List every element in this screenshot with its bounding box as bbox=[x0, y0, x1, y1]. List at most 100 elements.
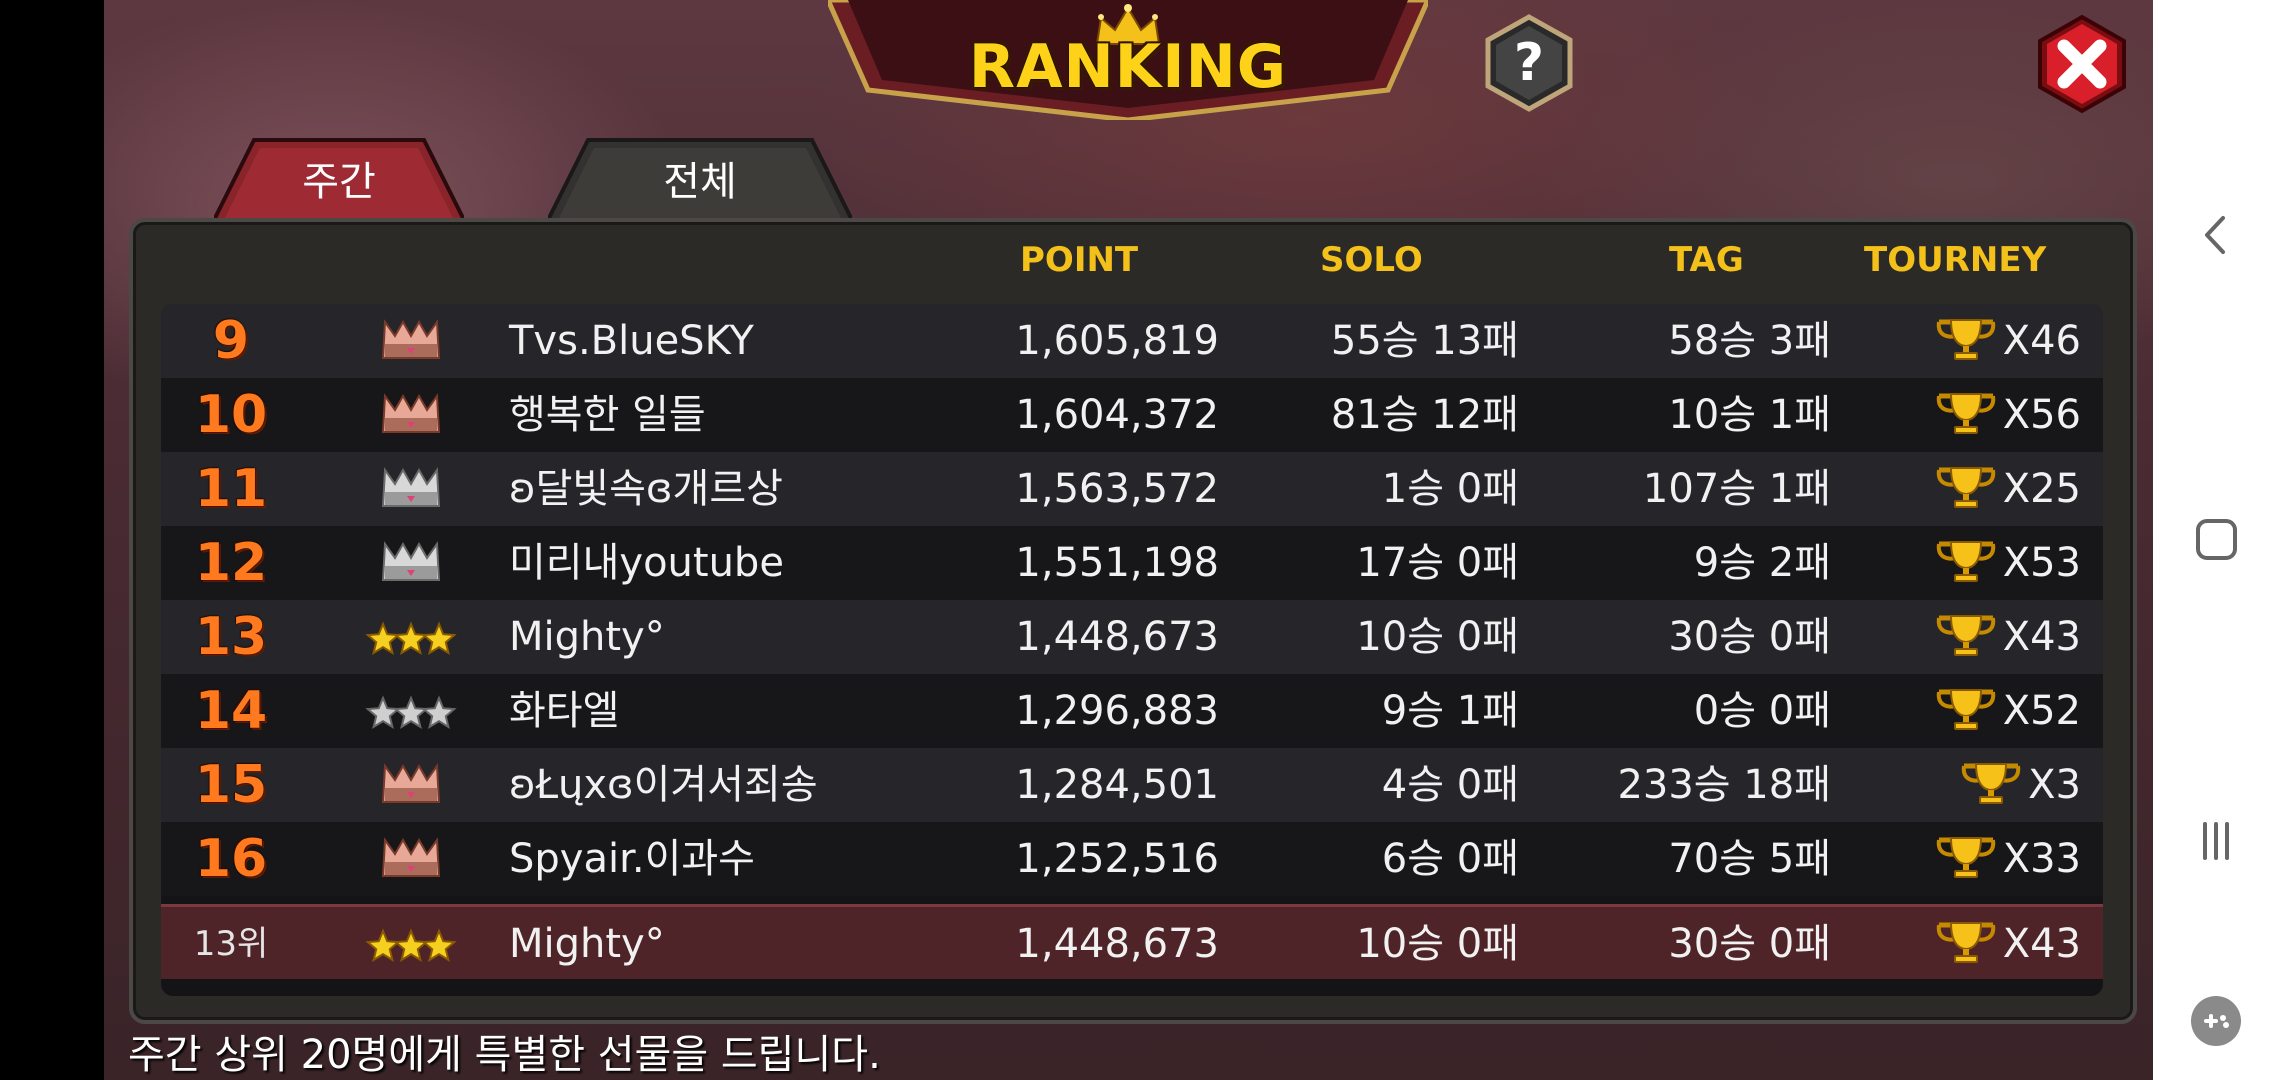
column-header-tag: TAG bbox=[1669, 240, 1744, 280]
solo-record: 10승 0패 bbox=[1356, 614, 1519, 660]
tag-record: 30승 0패 bbox=[1668, 614, 1831, 660]
point-value: 1,448,673 bbox=[1015, 921, 1219, 967]
tag-record: 30승 0패 bbox=[1668, 921, 1831, 967]
home-button[interactable] bbox=[2153, 515, 2280, 569]
trophy-icon bbox=[1962, 763, 2021, 804]
bronze-crown-icon bbox=[381, 393, 441, 433]
tier-badge bbox=[361, 526, 461, 600]
tab-weekly-label: 주간 bbox=[302, 159, 376, 205]
tab-all-label: 전체 bbox=[663, 159, 737, 205]
rank-number: 14 bbox=[194, 681, 268, 741]
tourney-count: X56 bbox=[1841, 378, 2081, 452]
trophy-icon bbox=[1936, 922, 1995, 963]
player-name: Spyair.이과수 bbox=[509, 836, 755, 882]
tourney-count-label: X3 bbox=[2028, 762, 2081, 808]
tier-badge bbox=[361, 748, 461, 822]
tourney-count: X3 bbox=[1841, 748, 2081, 822]
help-button[interactable]: ? bbox=[1480, 14, 1578, 112]
game-tools-button[interactable] bbox=[2153, 995, 2280, 1051]
trophy-icon bbox=[1936, 467, 1995, 508]
player-name: Mighty° bbox=[509, 614, 665, 660]
table-row[interactable]: 16 Spyair.이과수 1,252,516 6승 0패 70승 5패 X33 bbox=[161, 822, 2103, 896]
trophy-icon bbox=[1936, 689, 1995, 730]
tourney-count-label: X46 bbox=[2002, 318, 2081, 364]
home-icon bbox=[2196, 519, 2237, 560]
table-row[interactable]: 9 Tvs.BlueSKY 1,605,819 55승 13패 58승 3패 X46 bbox=[161, 304, 2103, 378]
rank-number: 10 bbox=[194, 385, 268, 445]
player-name: 미리내youtube bbox=[509, 540, 784, 586]
tier-badge bbox=[361, 452, 461, 526]
player-name: 화타엘 bbox=[509, 688, 620, 734]
table-row[interactable]: 15 ʚŁųxɞ이겨서죄송 1,284,501 4승 0패 233승 18패 X3 bbox=[161, 748, 2103, 822]
rank-number: 9 bbox=[212, 311, 250, 371]
rank-number: 13위 bbox=[193, 924, 269, 964]
tourney-count-label: X33 bbox=[2002, 836, 2081, 882]
tourney-count-label: X43 bbox=[2002, 614, 2081, 660]
tourney-count-label: X52 bbox=[2002, 688, 2081, 734]
tier-badge bbox=[361, 907, 461, 981]
solo-record: 1승 0패 bbox=[1381, 466, 1519, 512]
solo-record: 55승 13패 bbox=[1330, 318, 1519, 364]
tag-record: 9승 2패 bbox=[1693, 540, 1831, 586]
tier-badge bbox=[361, 304, 461, 378]
tag-record: 10승 1패 bbox=[1668, 392, 1831, 438]
column-header-tourney: TOURNEY bbox=[1864, 240, 2047, 280]
bronze-crown-icon bbox=[381, 763, 441, 803]
player-name: Mighty° bbox=[509, 921, 665, 967]
tag-record: 107승 1패 bbox=[1642, 466, 1831, 512]
trophy-icon bbox=[1936, 393, 1995, 434]
close-icon bbox=[2038, 14, 2126, 114]
table-row[interactable]: 11 ʚ달빛속ɞ개르상 1,563,572 1승 0패 107승 1패 X25 bbox=[161, 452, 2103, 526]
trophy-icon bbox=[1936, 541, 1995, 582]
player-name: ʚ달빛속ɞ개르상 bbox=[509, 466, 783, 512]
system-nav-bar bbox=[2153, 0, 2280, 1080]
point-value: 1,252,516 bbox=[1015, 836, 1219, 882]
my-rank-row[interactable]: 13위 Mighty° 1,448,673 10승 0패 30승 0패 X43 bbox=[161, 904, 2103, 979]
tourney-count: X33 bbox=[1841, 822, 2081, 896]
silver-stars-icon bbox=[365, 695, 457, 730]
ranking-panel: POINT SOLO TAG TOURNEY 9 Tvs.BlueSKY 1,605… bbox=[129, 218, 2137, 1024]
table-row[interactable]: 10 행복한 일들 1,604,372 81승 12패 10승 1패 X56 bbox=[161, 378, 2103, 452]
gamepad-icon bbox=[2191, 996, 2241, 1046]
game-screen: RANKING ? 주간 전체 POINT SOLO TAG TOURNEY 9… bbox=[104, 0, 2153, 1080]
tourney-count: X46 bbox=[1841, 304, 2081, 378]
tag-record: 70승 5패 bbox=[1668, 836, 1831, 882]
rank-number: 13 bbox=[194, 607, 268, 667]
column-header-solo: SOLO bbox=[1320, 240, 1423, 280]
rank-number: 11 bbox=[194, 459, 268, 519]
table-row[interactable]: 13 Mighty° 1,448,673 10승 0패 30승 0패 X43 bbox=[161, 600, 2103, 674]
back-button[interactable] bbox=[2153, 210, 2280, 264]
back-icon bbox=[2205, 216, 2225, 254]
point-value: 1,563,572 bbox=[1015, 466, 1219, 512]
point-value: 1,551,198 bbox=[1015, 540, 1219, 586]
solo-record: 10승 0패 bbox=[1356, 921, 1519, 967]
tier-badge bbox=[361, 822, 461, 896]
ranking-table[interactable]: 9 Tvs.BlueSKY 1,605,819 55승 13패 58승 3패 X46 10 행… bbox=[161, 304, 2103, 996]
title-banner: RANKING bbox=[825, 0, 1431, 123]
tourney-count-label: X43 bbox=[2002, 921, 2081, 967]
tourney-count: X53 bbox=[1841, 526, 2081, 600]
tourney-count: X25 bbox=[1841, 452, 2081, 526]
tag-record: 233승 18패 bbox=[1617, 762, 1831, 808]
question-icon: ? bbox=[1485, 14, 1573, 112]
tab-all[interactable]: 전체 bbox=[548, 136, 852, 220]
close-button[interactable] bbox=[2032, 14, 2132, 114]
rank-number: 16 bbox=[194, 829, 268, 889]
player-name: ʚŁųxɞ이겨서죄송 bbox=[509, 762, 818, 808]
rank-number: 15 bbox=[194, 755, 268, 815]
player-name: Tvs.BlueSKY bbox=[509, 318, 754, 364]
recents-icon bbox=[2203, 822, 2229, 860]
table-row[interactable]: 12 미리내youtube 1,551,198 17승 0패 9승 2패 X53 bbox=[161, 526, 2103, 600]
tourney-count-label: X56 bbox=[2002, 392, 2081, 438]
solo-record: 4승 0패 bbox=[1381, 762, 1519, 808]
trophy-icon bbox=[1936, 319, 1995, 360]
tier-badge bbox=[361, 674, 461, 748]
solo-record: 17승 0패 bbox=[1356, 540, 1519, 586]
tab-weekly[interactable]: 주간 bbox=[214, 136, 464, 220]
table-row[interactable]: 14 화타엘 1,296,883 9승 1패 0승 0패 X52 bbox=[161, 674, 2103, 748]
tag-record: 0승 0패 bbox=[1693, 688, 1831, 734]
rank-number: 12 bbox=[194, 533, 268, 593]
svg-text:?: ? bbox=[1514, 33, 1544, 93]
recents-button[interactable] bbox=[2153, 816, 2280, 870]
tier-badge bbox=[361, 378, 461, 452]
